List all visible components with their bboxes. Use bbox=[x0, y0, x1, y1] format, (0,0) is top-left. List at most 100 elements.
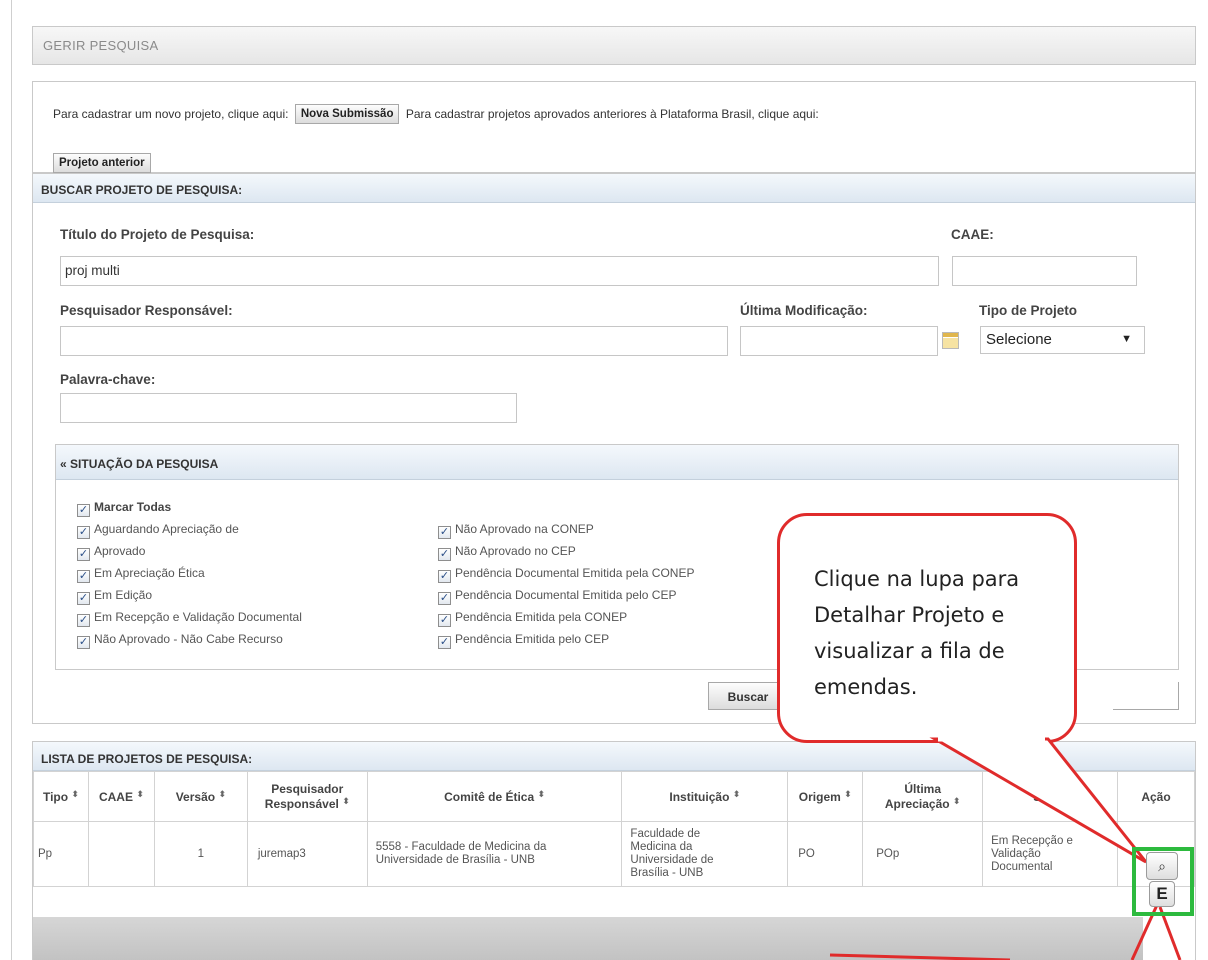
project-type-value: Selecione bbox=[986, 331, 1052, 348]
column-header-situacao[interactable]: Situ ⬍ bbox=[982, 771, 1119, 822]
project-title-input[interactable]: proj multi bbox=[60, 256, 939, 286]
status-option[interactable]: ✓ Aprovado bbox=[77, 544, 145, 561]
callout-line: Clique na lupa para bbox=[814, 567, 1020, 591]
status-option-label: Não Aprovado no CEP bbox=[455, 544, 576, 558]
checkbox-checked-icon[interactable]: ✓ bbox=[77, 614, 90, 627]
sort-icon[interactable]: ⬍ bbox=[342, 796, 350, 806]
sort-icon[interactable]: ⬍ bbox=[844, 789, 852, 799]
keyword-label: Palavra-chave: bbox=[60, 372, 156, 387]
sort-icon[interactable]: ⬍ bbox=[733, 789, 741, 799]
checkbox-checked-icon[interactable]: ✓ bbox=[438, 636, 451, 649]
status-option-label: Aprovado bbox=[94, 544, 146, 558]
status-option[interactable]: ✓ Não Aprovado na CONEP bbox=[438, 522, 594, 539]
cell-pesquisador: juremap3 bbox=[246, 821, 368, 887]
callout-line: visualizar a fila de bbox=[814, 639, 1005, 663]
status-fieldset-title: SITUAÇÃO DA PESQUISA bbox=[70, 457, 219, 471]
status-option[interactable]: ✓ Não Aprovado no CEP bbox=[438, 544, 576, 561]
sort-icon[interactable]: ⬍ bbox=[953, 796, 961, 806]
cell-versao: 1 bbox=[153, 821, 248, 887]
callout-line: emendas. bbox=[814, 675, 918, 699]
intro-text-previous: Para cadastrar projetos aprovados anteri… bbox=[405, 107, 819, 121]
column-header-pesquisador[interactable]: Pesquisador Responsável ⬍ bbox=[246, 771, 368, 822]
column-header-versao[interactable]: Versão ⬍ bbox=[153, 771, 248, 822]
status-option[interactable]: ✓ Pendência Documental Emitida pelo CEP bbox=[438, 588, 676, 605]
checkbox-checked-icon[interactable]: ✓ bbox=[77, 636, 90, 649]
new-submission-button[interactable]: Nova Submissão bbox=[294, 104, 400, 124]
status-option-label: Pendência Emitida pelo CEP bbox=[455, 632, 610, 646]
caae-input[interactable] bbox=[952, 256, 1137, 286]
status-option-label: Pendência Documental Emitida pela CONEP bbox=[455, 566, 695, 580]
status-option[interactable]: ✓ Não Aprovado - Não Cabe Recurso bbox=[77, 632, 283, 649]
page-title: GERIR PESQUISA bbox=[43, 38, 159, 53]
intro-panel: Para cadastrar um novo projeto, clique a… bbox=[32, 81, 1196, 173]
status-option[interactable]: ✓ Pendência Emitida pelo CEP bbox=[438, 632, 609, 649]
checkbox-checked-icon[interactable]: ✓ bbox=[77, 570, 90, 583]
status-option-label: Não Aprovado na CONEP bbox=[455, 522, 594, 536]
table-row[interactable]: Pp 1 juremap3 5558 - Faculdade de Medici… bbox=[33, 821, 1195, 887]
status-option[interactable]: ✓ Pendência Documental Emitida pela CONEP bbox=[438, 566, 694, 583]
table-footer-bar bbox=[33, 917, 1143, 960]
status-option-label: Em Edição bbox=[94, 588, 153, 602]
checkbox-checked-icon[interactable]: ✓ bbox=[438, 614, 451, 627]
column-header-tipo[interactable]: Tipo ⬍ bbox=[33, 771, 89, 822]
cell-instituicao: Faculdade de Medicina da Universidade de Br… bbox=[621, 821, 789, 887]
checkbox-checked-icon[interactable]: ✓ bbox=[77, 526, 90, 539]
sort-icon[interactable]: ⬍ bbox=[71, 789, 79, 799]
project-table: Tipo ⬍ CAAE ⬍ Versão ⬍ Pesquisador Respon… bbox=[33, 771, 1195, 887]
checkbox-checked-icon[interactable]: ✓ bbox=[438, 592, 451, 605]
search-button-edge bbox=[1113, 682, 1179, 710]
magnifier-icon[interactable]: ⌕ bbox=[1146, 852, 1178, 880]
column-header-acao: Ação bbox=[1117, 771, 1195, 822]
callout-line: Detalhar Projeto e bbox=[814, 603, 1005, 627]
status-option-label: Aguardando Apreciação de bbox=[94, 522, 239, 536]
sort-icon[interactable]: ⬍ bbox=[136, 789, 144, 799]
column-header-origem[interactable]: Origem ⬍ bbox=[787, 771, 864, 822]
status-option-label: Não Aprovado - Não Cabe Recurso bbox=[94, 632, 283, 646]
checkbox-checked-icon[interactable]: ✓ bbox=[77, 592, 90, 605]
researcher-label: Pesquisador Responsável: bbox=[60, 303, 233, 318]
sort-icon[interactable]: ⬍ bbox=[537, 789, 545, 799]
checkbox-checked-icon[interactable]: ✓ bbox=[77, 504, 90, 517]
status-option[interactable]: ✓ Em Apreciação Ética bbox=[77, 566, 205, 583]
check-all-option[interactable]: ✓ Marcar Todas bbox=[77, 500, 171, 517]
cell-ultima: POp bbox=[862, 821, 984, 887]
checkbox-checked-icon[interactable]: ✓ bbox=[438, 526, 451, 539]
status-option[interactable]: ✓ Em Recepção e Validação Documental bbox=[77, 610, 302, 627]
column-header-ultima[interactable]: Última Apreciação ⬍ bbox=[862, 771, 984, 822]
project-type-label: Tipo de Projeto bbox=[979, 303, 1078, 318]
status-option[interactable]: ✓ Pendência Emitida pela CONEP bbox=[438, 610, 627, 627]
cell-situacao: Em Recepção e Validação Documental bbox=[982, 821, 1119, 887]
status-option-label: Pendência Documental Emitida pelo CEP bbox=[455, 588, 677, 602]
status-option-label: Em Recepção e Validação Documental bbox=[94, 610, 302, 624]
last-modified-input[interactable] bbox=[740, 326, 938, 356]
status-fieldset-header[interactable]: « SITUAÇÃO DA PESQUISA bbox=[56, 445, 1178, 480]
search-button[interactable]: Buscar bbox=[708, 682, 788, 710]
collapse-icon[interactable]: « bbox=[60, 457, 67, 471]
project-title-label: Título do Projeto de Pesquisa: bbox=[60, 227, 255, 242]
intro-text-new: Para cadastrar um novo projeto, clique a… bbox=[53, 107, 289, 121]
checkbox-checked-icon[interactable]: ✓ bbox=[77, 548, 90, 561]
previous-project-button[interactable]: Projeto anterior bbox=[53, 153, 151, 173]
column-header-comite[interactable]: Comitê de Ética ⬍ bbox=[366, 771, 623, 822]
column-header-caae[interactable]: CAAE ⬍ bbox=[87, 771, 155, 822]
column-header-instituicao[interactable]: Instituição ⬍ bbox=[621, 771, 789, 822]
cell-caae bbox=[87, 821, 155, 887]
table-header-row: Tipo ⬍ CAAE ⬍ Versão ⬍ Pesquisador Respon… bbox=[33, 771, 1195, 822]
last-modified-label: Última Modificação: bbox=[740, 303, 868, 318]
left-border-line bbox=[11, 0, 12, 960]
project-list-panel: LISTA DE PROJETOS DE PESQUISA: Tipo ⬍ CA… bbox=[32, 741, 1196, 960]
sort-icon[interactable]: ⬍ bbox=[218, 789, 226, 799]
emenda-button[interactable]: E bbox=[1149, 881, 1175, 907]
caae-label: CAAE: bbox=[951, 227, 994, 242]
instruction-callout: Clique na lupa para Detalhar Projeto e v… bbox=[777, 513, 1077, 743]
calendar-icon[interactable] bbox=[942, 332, 959, 349]
sort-icon[interactable]: ⬍ bbox=[1059, 789, 1067, 799]
researcher-input[interactable] bbox=[60, 326, 728, 356]
status-option[interactable]: ✓ Aguardando Apreciação de bbox=[77, 522, 239, 539]
checkbox-checked-icon[interactable]: ✓ bbox=[438, 548, 451, 561]
checkbox-checked-icon[interactable]: ✓ bbox=[438, 570, 451, 583]
project-type-select[interactable]: Selecione ▼ bbox=[980, 326, 1145, 354]
project-list-header: LISTA DE PROJETOS DE PESQUISA: bbox=[33, 742, 1195, 771]
keyword-input[interactable] bbox=[60, 393, 517, 423]
status-option[interactable]: ✓ Em Edição bbox=[77, 588, 152, 605]
